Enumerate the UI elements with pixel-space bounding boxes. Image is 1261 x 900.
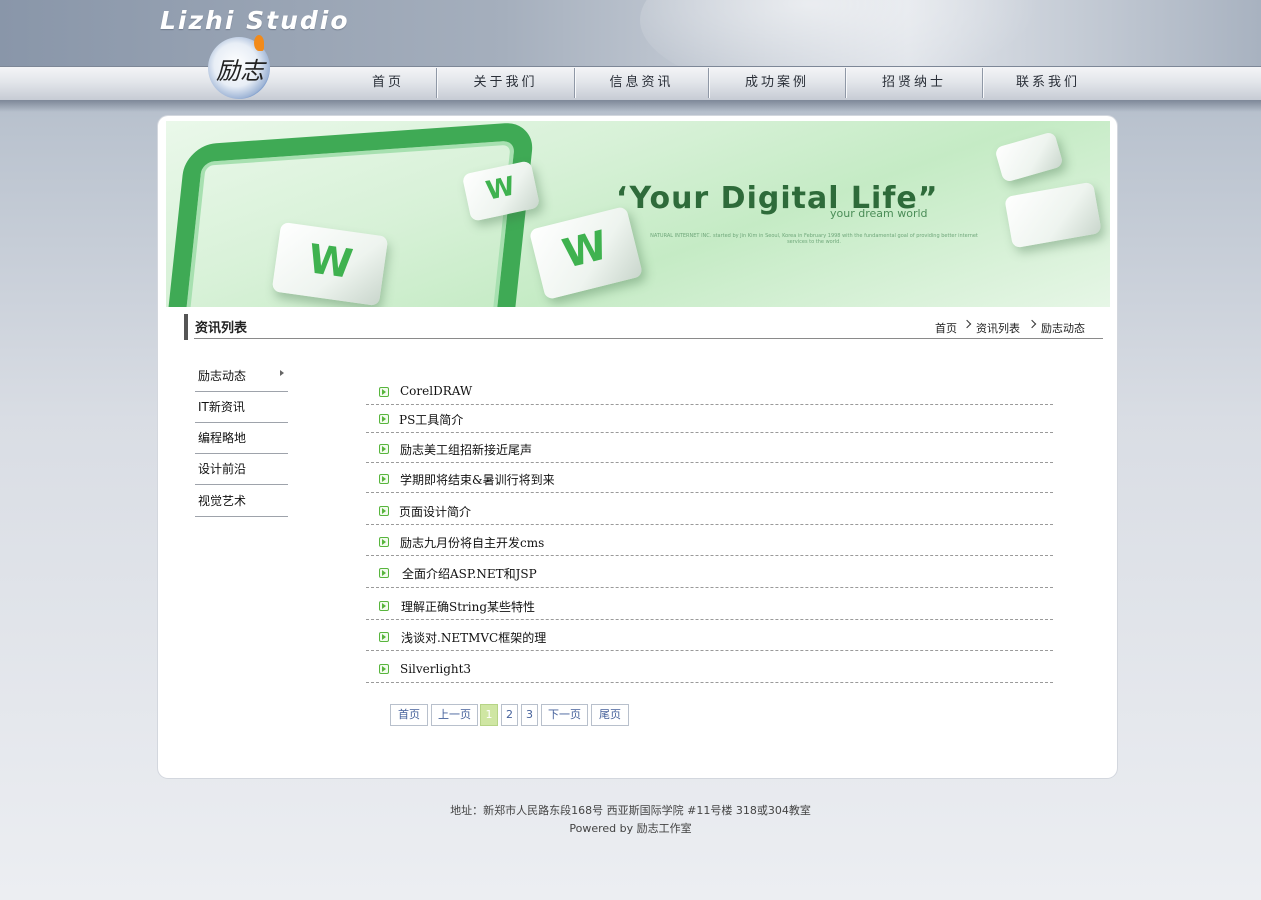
sidebar-item-design[interactable]: 设计前沿 — [195, 454, 288, 485]
pagination-page-1[interactable]: 1 — [480, 704, 498, 726]
content-panel: W W W ‘Your Digital Life” your dream wor… — [158, 116, 1117, 778]
sidebar-item-lizhi-news[interactable]: 励志动态 — [195, 361, 288, 392]
list-item[interactable]: Silverlight3 — [366, 651, 1053, 683]
article-title[interactable]: 学期即将结束&暑训行将到来 — [400, 471, 555, 488]
banner-subtitle: your dream world — [830, 207, 928, 220]
pagination-prev[interactable]: 上一页 — [431, 704, 478, 726]
bullet-arrow-icon — [379, 568, 389, 578]
logo-emblem-icon[interactable]: 励志 — [208, 35, 270, 99]
article-title[interactable]: 励志九月份将自主开发cms — [400, 534, 544, 551]
breadcrumb-news-list[interactable]: 资讯列表 — [976, 320, 1020, 336]
list-item[interactable]: CorelDRAW — [366, 378, 1053, 405]
pagination-last[interactable]: 尾页 — [591, 704, 629, 726]
bullet-arrow-icon — [379, 474, 389, 484]
article-title[interactable]: 理解正确String某些特性 — [401, 598, 535, 615]
list-item[interactable]: 全面介绍ASP.NET和JSP — [366, 556, 1053, 588]
bullet-arrow-icon — [379, 664, 389, 674]
sidebar-item-label: 励志动态 — [198, 369, 247, 383]
bullet-arrow-icon — [379, 387, 389, 397]
bullet-arrow-icon — [379, 414, 389, 424]
nav-contact[interactable]: 联系我们 — [983, 67, 1113, 99]
footer-address: 地址：新郑市人民路东段168号 西亚斯国际学院 #11号楼 318或304教室 — [450, 804, 811, 817]
sidebar-item-label: 视觉艺术 — [198, 494, 247, 508]
nav-home[interactable]: 首页 — [340, 67, 436, 99]
breadcrumb-chevron-icon — [1027, 319, 1037, 329]
breadcrumb-chevron-icon — [962, 319, 972, 329]
list-item[interactable]: PS工具简介 — [366, 405, 1053, 433]
section-divider — [194, 338, 1103, 339]
logo-flame-icon — [254, 35, 264, 51]
list-item[interactable]: 浅谈对.NETMVC框架的理 — [366, 620, 1053, 651]
site-logo-text[interactable]: Lizhi Studio — [160, 6, 350, 35]
bullet-arrow-icon — [379, 632, 389, 642]
banner-image: W W W ‘Your Digital Life” your dream wor… — [166, 121, 1110, 307]
sidebar-item-label: IT新资讯 — [198, 400, 245, 414]
article-title[interactable]: Silverlight3 — [400, 662, 471, 676]
banner-fine-print: NATURAL INTERNET INC. started by Jin Kim… — [650, 233, 978, 245]
sidebar-item-programming[interactable]: 编程略地 — [195, 423, 288, 454]
list-item[interactable]: 励志美工组招新接近尾声 — [366, 433, 1053, 463]
article-title[interactable]: PS工具简介 — [399, 411, 463, 428]
sidebar-item-it-news[interactable]: IT新资讯 — [195, 392, 288, 423]
banner-cube-decoration: W — [271, 221, 389, 307]
article-title[interactable]: 励志美工组招新接近尾声 — [400, 441, 532, 458]
nav-news[interactable]: 信息资讯 — [575, 67, 708, 99]
article-title[interactable]: CorelDRAW — [400, 384, 472, 398]
sidebar-item-label: 设计前沿 — [198, 462, 247, 476]
logo-glyph: 励志 — [216, 57, 264, 85]
list-item[interactable]: 学期即将结束&暑训行将到来 — [366, 463, 1053, 493]
sidebar-item-label: 编程略地 — [198, 431, 247, 445]
breadcrumb-home[interactable]: 首页 — [935, 320, 957, 336]
list-item[interactable]: 励志九月份将自主开发cms — [366, 525, 1053, 556]
bullet-arrow-icon — [379, 537, 389, 547]
article-title[interactable]: 全面介绍ASP.NET和JSP — [402, 565, 537, 582]
section-title: 资讯列表 — [195, 321, 248, 336]
nav-about-us[interactable]: 关于我们 — [437, 67, 574, 99]
article-title[interactable]: 页面设计简介 — [399, 503, 471, 520]
nav-shadow — [0, 100, 1261, 112]
bullet-arrow-icon — [379, 601, 389, 611]
list-item[interactable]: 理解正确String某些特性 — [366, 588, 1053, 620]
bullet-arrow-icon — [379, 506, 389, 516]
bullet-arrow-icon — [379, 444, 389, 454]
list-item[interactable]: 页面设计简介 — [366, 493, 1053, 525]
pagination-page-2[interactable]: 2 — [501, 704, 518, 726]
banner-cube-decoration: W — [528, 205, 644, 301]
pagination-next[interactable]: 下一页 — [541, 704, 588, 726]
banner-cube-decoration — [1004, 181, 1102, 249]
nav-cases[interactable]: 成功案例 — [709, 67, 845, 99]
breadcrumb-current: 励志动态 — [1041, 322, 1085, 335]
pagination-page-3[interactable]: 3 — [521, 704, 538, 726]
arrow-right-icon — [280, 370, 284, 376]
section-marker — [184, 314, 188, 340]
article-title[interactable]: 浅谈对.NETMVC框架的理 — [401, 629, 546, 646]
nav-recruitment[interactable]: 招贤纳士 — [846, 67, 982, 99]
banner-cube-decoration — [994, 131, 1064, 183]
sidebar-item-visual-art[interactable]: 视觉艺术 — [195, 486, 288, 517]
pagination-first[interactable]: 首页 — [390, 704, 428, 726]
footer-powered-by: Powered by 励志工作室 — [569, 822, 692, 835]
